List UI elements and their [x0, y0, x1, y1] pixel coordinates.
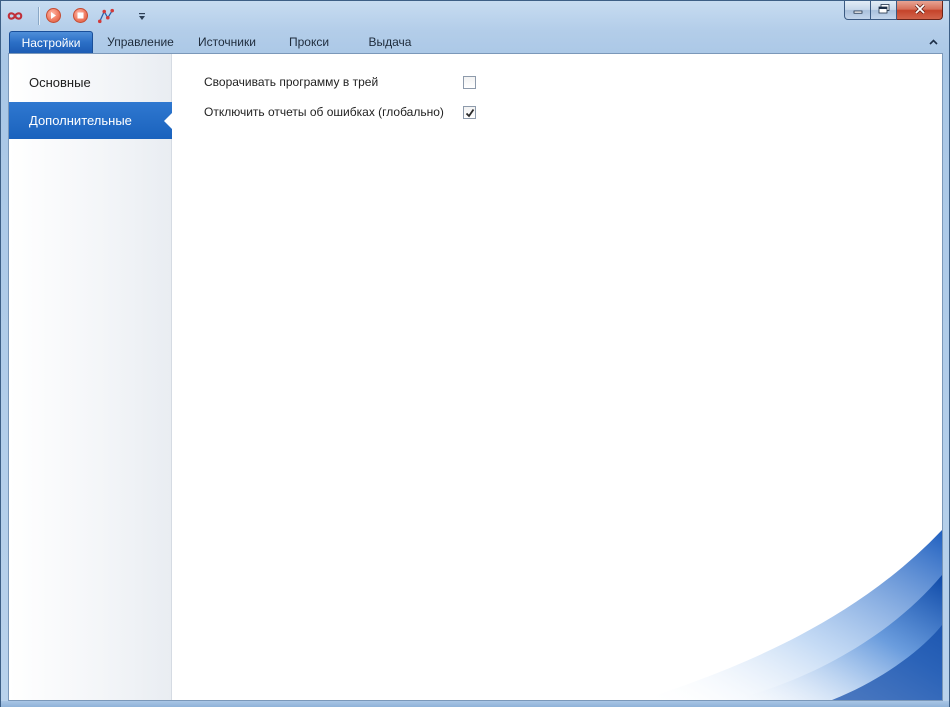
tab-settings[interactable]: Настройки — [9, 31, 93, 53]
app-window: Настройки Управление Источники Прокси Вы… — [0, 0, 950, 707]
ribbon-tab-bar: Настройки Управление Источники Прокси Вы… — [8, 31, 943, 53]
tab-label: Выдача — [368, 35, 412, 49]
setting-label: Отключить отчеты об ошибках (глобально) — [204, 105, 444, 119]
tab-management[interactable]: Управление — [103, 31, 178, 53]
tab-label: Настройки — [21, 36, 81, 50]
sidebar-item-label: Основные — [29, 75, 91, 90]
decorative-swoosh — [642, 530, 942, 700]
minimize-icon — [853, 3, 863, 17]
sidebar-item-advanced[interactable]: Дополнительные — [9, 102, 173, 139]
toolbar-separator — [38, 7, 39, 25]
tab-label: Источники — [198, 35, 256, 49]
title-bar[interactable] — [1, 1, 949, 31]
tab-output[interactable]: Выдача — [364, 31, 416, 53]
minimize-button[interactable] — [844, 1, 871, 20]
content-area: Основные Дополнительные Сворачивать прог… — [8, 53, 943, 701]
setting-disable-error-reports: Отключить отчеты об ошибках (глобально) — [204, 104, 494, 122]
setting-label: Сворачивать программу в трей — [204, 75, 379, 89]
tab-label: Прокси — [288, 35, 330, 49]
selection-pointer — [164, 112, 173, 130]
close-button[interactable] — [897, 1, 943, 20]
stop-icon[interactable] — [73, 8, 88, 23]
settings-sidebar: Основные Дополнительные — [9, 54, 173, 700]
checkmark-icon — [465, 108, 474, 117]
tab-label: Управление — [107, 35, 174, 49]
window-title — [366, 9, 616, 23]
sidebar-item-general[interactable]: Основные — [9, 64, 172, 101]
close-icon — [914, 3, 926, 17]
minimize-to-tray-checkbox[interactable] — [463, 76, 476, 89]
tab-proxy[interactable]: Прокси — [283, 31, 335, 53]
window-bottom-border — [1, 701, 949, 707]
maximize-button[interactable] — [871, 1, 897, 20]
tab-sources[interactable]: Источники — [193, 31, 261, 53]
customize-quick-access-icon[interactable] — [134, 9, 150, 25]
network-graph-icon[interactable] — [98, 8, 114, 24]
play-icon[interactable] — [46, 8, 61, 23]
caption-buttons — [844, 1, 943, 20]
infinity-logo-icon[interactable] — [7, 8, 23, 24]
sidebar-item-label: Дополнительные — [29, 113, 132, 128]
setting-minimize-to-tray: Сворачивать программу в трей — [204, 74, 494, 92]
chevron-up-icon[interactable] — [927, 36, 939, 48]
maximize-icon — [878, 3, 890, 17]
disable-error-reports-checkbox[interactable] — [463, 106, 476, 119]
